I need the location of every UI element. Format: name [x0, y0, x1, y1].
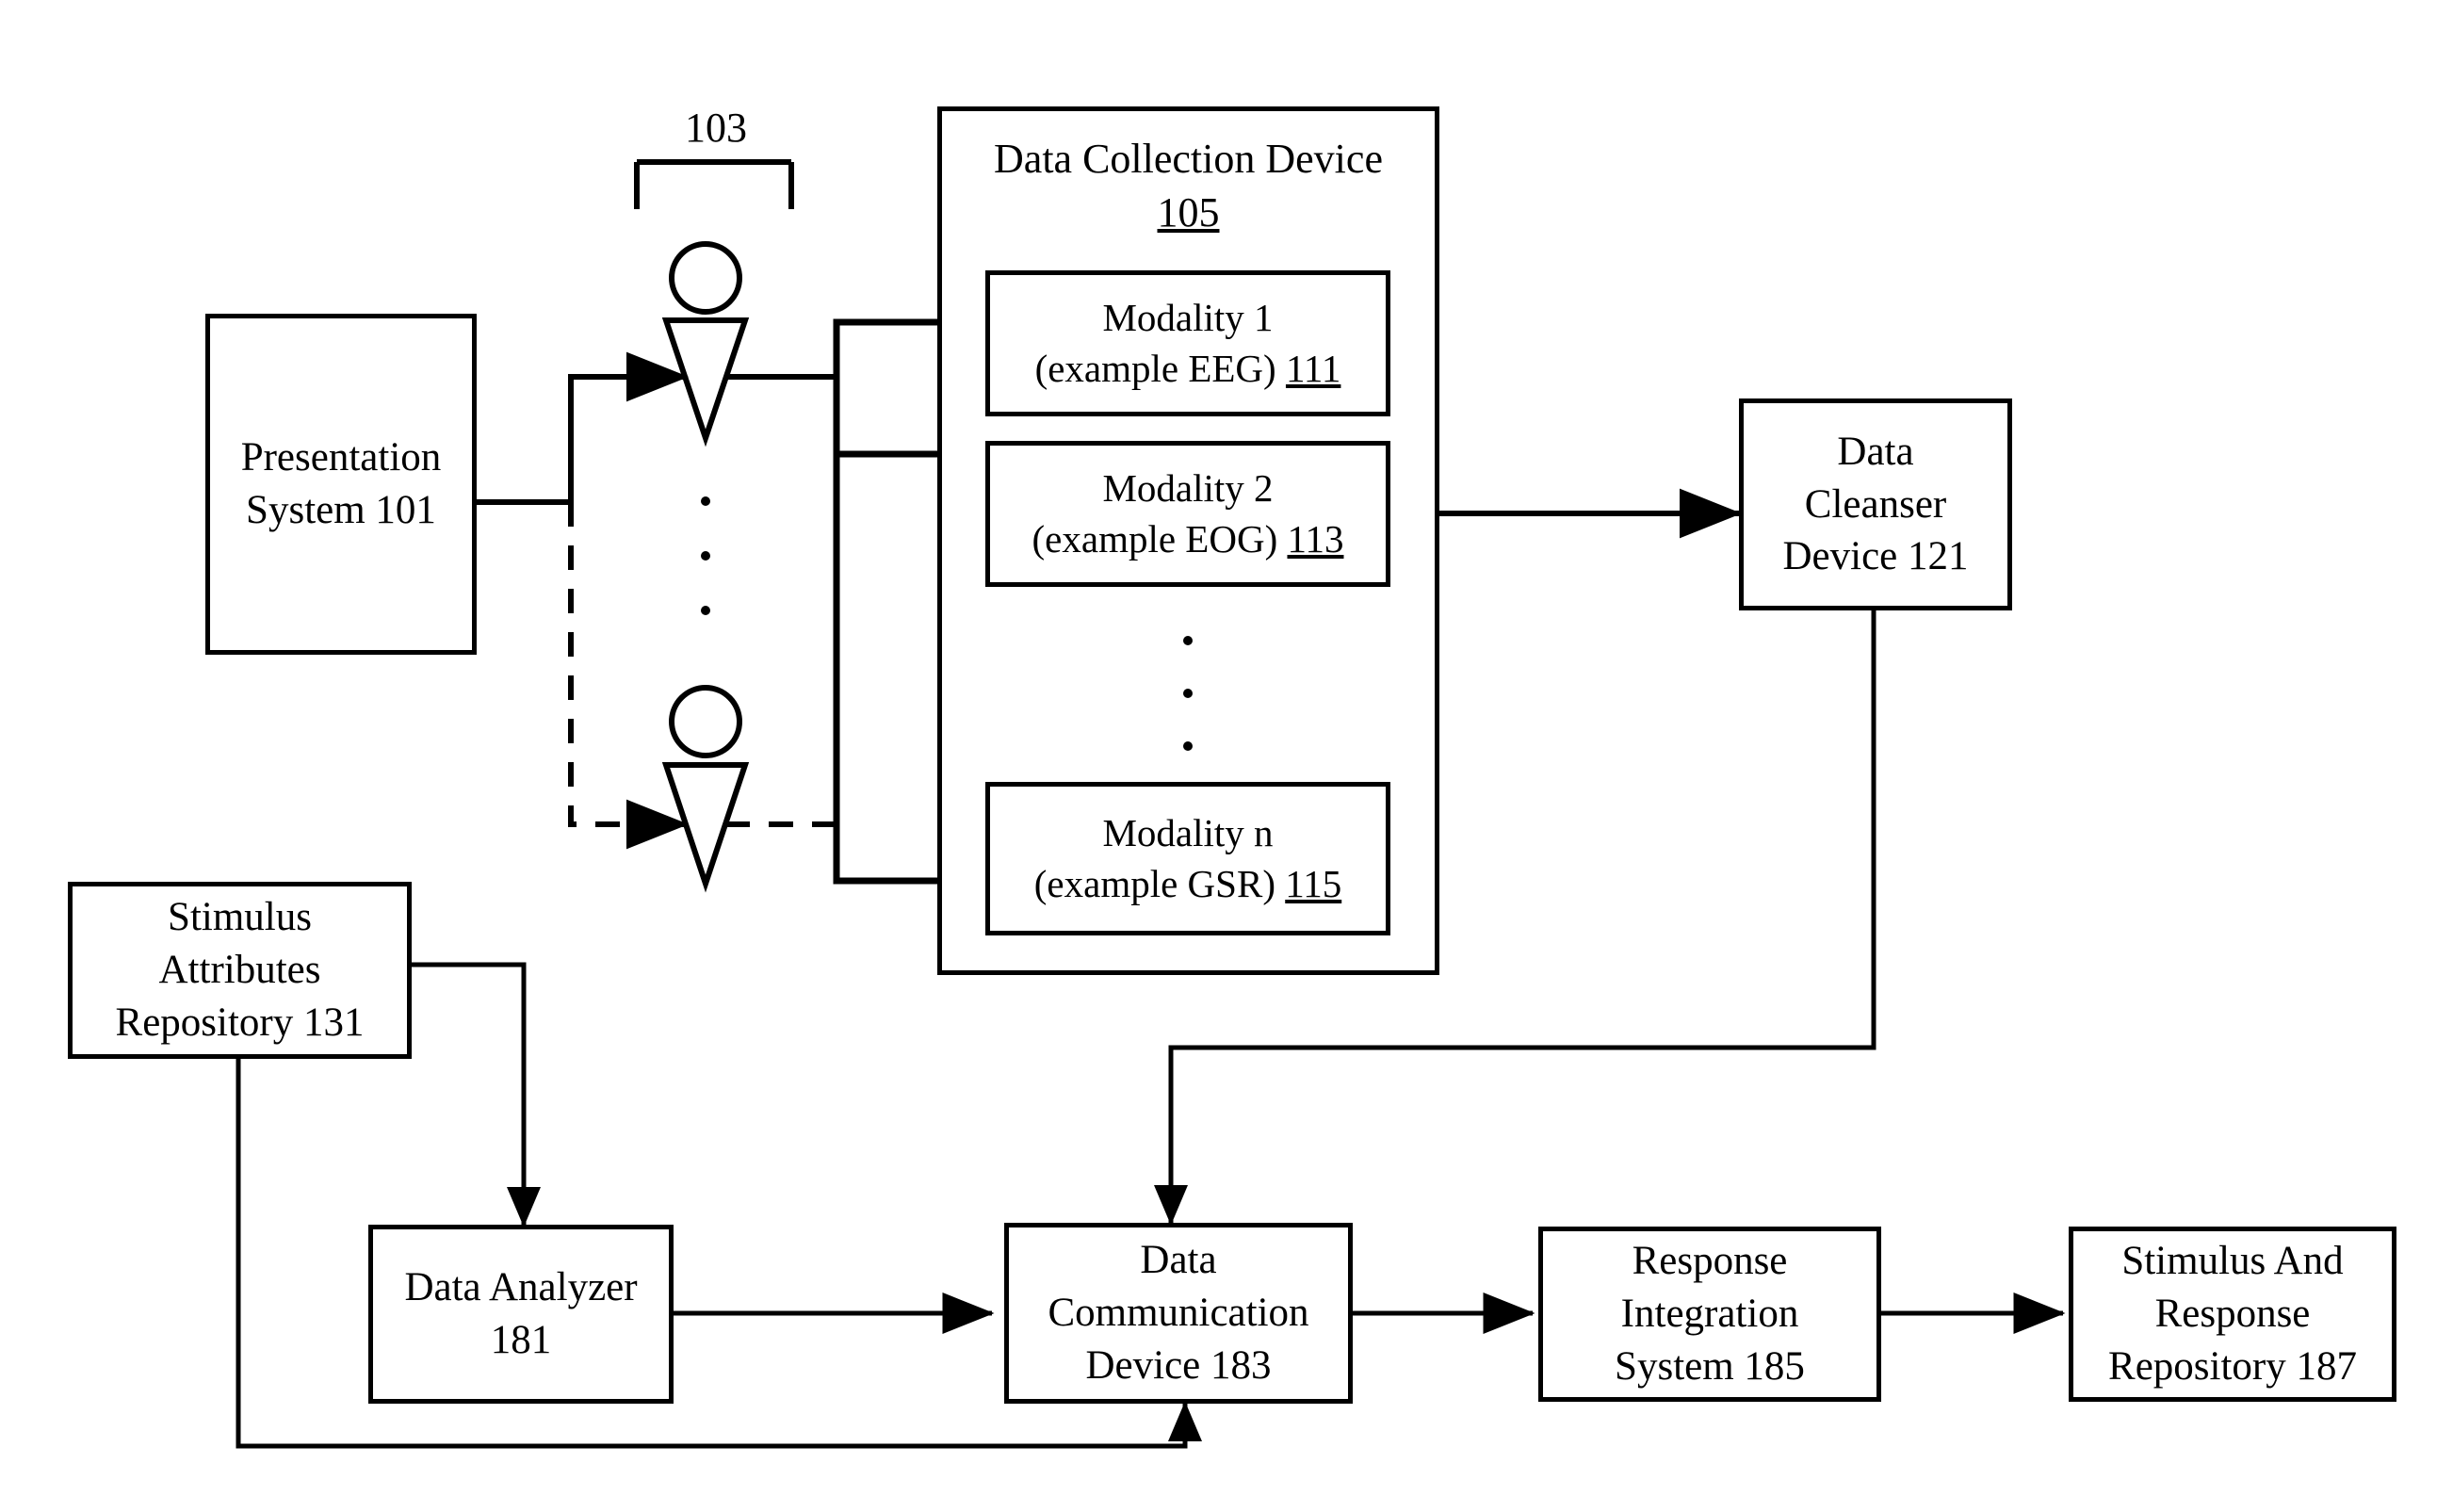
data-cleanser-device-box[interactable]: Data Cleanser Device 121 — [1739, 398, 2012, 610]
modality-2-title: Modality 2 — [1102, 466, 1274, 511]
modality-ellipsis-dot-2 — [1183, 689, 1193, 698]
wire-stimulus-repo-to-analyzer — [412, 962, 541, 1227]
participants-ref-label: 103 — [685, 105, 747, 151]
stimulus-and-response-repository-line-3: Repository 187 — [2108, 1343, 2357, 1389]
stimulus-and-response-repository-line-2: Response — [2154, 1292, 2311, 1337]
response-integration-system-line-2: Integration — [1620, 1292, 1799, 1337]
modality-n-example: (example GSR) — [1033, 861, 1286, 905]
figure-canvas: 103 Presentation System 101 Data Collect… — [0, 0, 2453, 1512]
dcd-input-connector-lower — [833, 450, 938, 885]
participant-figure-1 — [661, 241, 750, 447]
data-communication-device-line-1: Data — [1140, 1238, 1217, 1283]
presentation-system-line-2: System 101 — [246, 488, 436, 532]
stimulus-and-response-repository-line-1: Stimulus And — [2121, 1239, 2344, 1284]
modality-2-example: (example EOG) — [1032, 516, 1288, 561]
modality-1-title: Modality 1 — [1102, 296, 1274, 340]
participants-ellipsis-dot-1 — [701, 496, 710, 506]
data-cleanser-device-line-2: Cleanser — [1804, 481, 1947, 527]
data-collection-device-title: Data Collection Device — [994, 136, 1383, 182]
response-integration-system-line-3: System 185 — [1615, 1343, 1805, 1389]
stimulus-and-response-repository-box[interactable]: Stimulus And Response Repository 187 — [2069, 1227, 2396, 1402]
participants-ellipsis-dot-2 — [701, 551, 710, 561]
modality-2-box[interactable]: Modality 2 (example EOG) 113 — [985, 441, 1390, 587]
modality-2-subtitle: (example EOG) 113 — [1032, 514, 1344, 564]
stimulus-attributes-repository-line-3: Repository 131 — [115, 1000, 365, 1045]
data-collection-device-ref: 105 — [1157, 189, 1220, 236]
data-communication-device-line-2: Communication — [1048, 1291, 1309, 1336]
data-communication-device-line-3: Device 183 — [1085, 1342, 1272, 1388]
modality-1-subtitle: (example EEG) 111 — [1035, 344, 1341, 394]
modality-n-box[interactable]: Modality n (example GSR) 115 — [985, 782, 1390, 935]
stimulus-attributes-repository-line-2: Attributes — [158, 948, 321, 993]
modality-1-example: (example EEG) — [1034, 346, 1286, 390]
stimulus-attributes-repository-box[interactable]: Stimulus Attributes Repository 131 — [68, 882, 412, 1059]
modality-n-title: Modality n — [1102, 811, 1274, 855]
participant-figure-n — [661, 685, 750, 893]
modality-ellipsis-dot-1 — [1183, 636, 1193, 645]
presentation-system-box[interactable]: Presentation System 101 — [205, 314, 477, 655]
dcd-input-connector-upper — [833, 318, 938, 458]
data-analyzer-line-2: 181 — [490, 1318, 552, 1362]
data-analyzer-box[interactable]: Data Analyzer 181 — [368, 1225, 674, 1404]
participants-bracket — [634, 159, 794, 209]
modality-ellipsis-dot-3 — [1183, 741, 1193, 751]
modality-1-box[interactable]: Modality 1 (example EEG) 111 — [985, 270, 1390, 416]
response-integration-system-line-1: Response — [1632, 1239, 1788, 1284]
presentation-system-line-1: Presentation — [240, 435, 442, 480]
modality-n-subtitle: (example GSR) 115 — [1034, 859, 1341, 909]
response-integration-system-box[interactable]: Response Integration System 185 — [1538, 1227, 1881, 1402]
data-analyzer-line-1: Data Analyzer — [404, 1265, 638, 1310]
participants-ellipsis-dot-3 — [701, 606, 710, 615]
modality-1-ref: 111 — [1285, 346, 1341, 390]
data-cleanser-device-line-1: Data — [1837, 429, 1914, 474]
stimulus-attributes-repository-line-1: Stimulus — [168, 895, 312, 940]
modality-2-ref: 113 — [1287, 516, 1344, 561]
data-cleanser-device-line-3: Device 121 — [1782, 534, 1969, 579]
wire-presentation-to-participants — [475, 351, 689, 850]
data-communication-device-box[interactable]: Data Communication Device 183 — [1004, 1223, 1353, 1404]
modality-n-ref: 115 — [1285, 861, 1342, 905]
